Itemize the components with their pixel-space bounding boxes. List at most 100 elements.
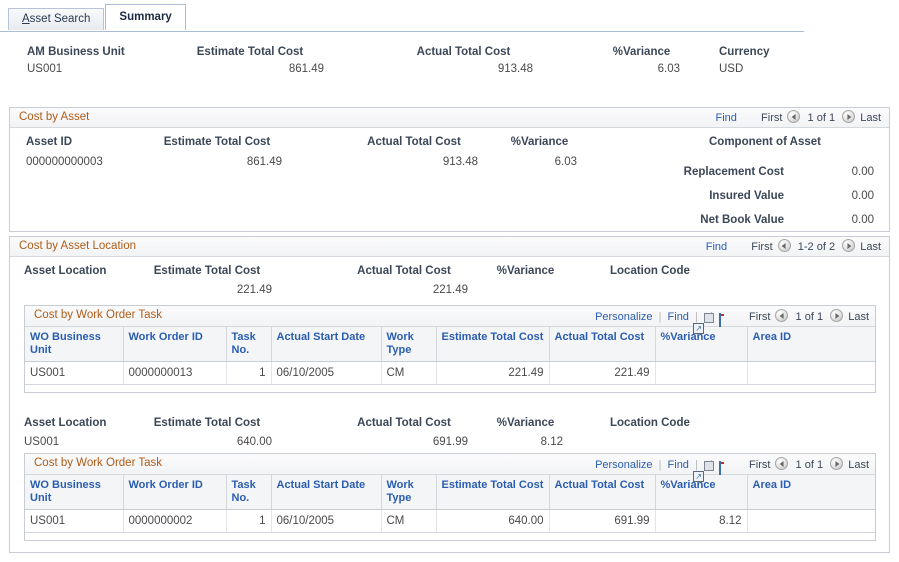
label-actual-total-cost: Actual Total Cost xyxy=(357,265,451,277)
value-variance: 6.03 xyxy=(554,156,577,168)
value-estimate-total-cost: 221.49 xyxy=(236,284,272,296)
summary-label-actual-total-cost: Actual Total Cost xyxy=(416,46,511,58)
cell-task-no: 1 xyxy=(226,509,272,533)
next-arrow-icon[interactable] xyxy=(830,457,844,470)
cell-actual-total-cost: 221.49 xyxy=(549,361,656,385)
label-component-of-asset: Component of Asset xyxy=(708,136,822,148)
cell-area-id xyxy=(747,361,875,385)
prev-arrow-icon[interactable] xyxy=(775,309,789,322)
next-arrow-icon[interactable] xyxy=(842,110,856,123)
col-actual-total-cost[interactable]: Actual Total Cost xyxy=(549,327,656,362)
col-actual-start-date[interactable]: Actual Start Date xyxy=(271,327,382,362)
personalize-link-1[interactable]: Personalize xyxy=(595,311,652,323)
cell-estimate-total-cost: 640.00 xyxy=(436,509,550,533)
row-insured-value: Insured Value 0.00 xyxy=(622,190,874,214)
prev-arrow-icon[interactable] xyxy=(775,457,789,470)
label-variance: %Variance xyxy=(496,265,555,277)
label-asset-id: Asset ID xyxy=(26,136,73,148)
cell-work-type: CM xyxy=(381,361,437,385)
find-link-2[interactable]: Find xyxy=(668,459,689,471)
cost-by-asset-location-group: Cost by Asset Location Find First 1-2 of… xyxy=(9,236,890,553)
first-link-2[interactable]: First xyxy=(749,459,770,471)
last-link-2[interactable]: Last xyxy=(848,459,869,471)
tab-strip: Asset Search Summary xyxy=(0,4,899,32)
label-variance: %Variance xyxy=(496,417,555,429)
table-row[interactable]: US001 0000000002 1 06/10/2005 CM 640.00 … xyxy=(25,509,875,533)
tab-asset-search[interactable]: Asset Search xyxy=(8,8,105,30)
label-location-code: Location Code xyxy=(610,417,690,429)
personalize-link-2[interactable]: Personalize xyxy=(595,459,652,471)
col-work-type[interactable]: Work Type xyxy=(381,475,437,510)
download-grid-icon[interactable] xyxy=(718,460,724,476)
cost-by-asset-last-link[interactable]: Last xyxy=(860,112,881,124)
last-link-1[interactable]: Last xyxy=(848,311,869,323)
value-actual-total-cost: 221.49 xyxy=(432,284,468,296)
prev-arrow-icon[interactable] xyxy=(777,239,791,252)
summary-value-actual-total-cost: 913.48 xyxy=(497,63,533,75)
next-arrow-icon[interactable] xyxy=(830,309,844,322)
col-area-id[interactable]: Area ID xyxy=(747,327,875,362)
download-grid-icon[interactable] xyxy=(718,312,724,328)
asset-location-label-row-2: Asset Location Estimate Total Cost Actua… xyxy=(10,417,889,435)
prev-arrow-icon[interactable] xyxy=(787,110,801,123)
label-actual-total-cost: Actual Total Cost xyxy=(357,417,451,429)
col-task-no[interactable]: Task No. xyxy=(226,475,272,510)
work-order-task-grid-1: Cost by Work Order Task Personalize | Fi… xyxy=(24,305,876,393)
summary-value-am-business-unit: US001 xyxy=(27,63,63,75)
label-asset-location: Asset Location xyxy=(24,417,107,429)
table-row[interactable]: US001 0000000013 1 06/10/2005 CM 221.49 … xyxy=(25,361,875,385)
cost-by-asset-first-link[interactable]: First xyxy=(761,112,782,124)
tab-baseline xyxy=(0,31,804,32)
cost-by-asset-location-nav: Find First 1-2 of 2 Last xyxy=(706,239,881,255)
cell-variance: 8.12 xyxy=(655,509,748,533)
col-wo-business-unit[interactable]: WO Business Unit xyxy=(25,327,124,362)
work-order-task-table-2: WO Business Unit Work Order ID Task No. … xyxy=(25,475,875,533)
summary-col-currency: Currency USD xyxy=(719,46,809,75)
summary-col-estimate-total-cost: Estimate Total Cost 861.49 xyxy=(176,46,324,75)
row-net-book-value: Net Book Value 0.00 xyxy=(622,214,874,238)
summary-col-actual-total-cost: Actual Total Cost 913.48 xyxy=(394,46,533,75)
col-estimate-total-cost[interactable]: Estimate Total Cost xyxy=(436,327,550,362)
col-task-no[interactable]: Task No. xyxy=(226,327,272,362)
col-area-id[interactable]: Area ID xyxy=(747,475,875,510)
cost-by-asset-find-link[interactable]: Find xyxy=(716,112,737,124)
next-arrow-icon[interactable] xyxy=(842,239,856,252)
work-order-task-header-2: Cost by Work Order Task Personalize | Fi… xyxy=(25,454,875,482)
value-estimate-total-cost: 861.49 xyxy=(246,156,282,168)
value-asset-location: US001 xyxy=(24,436,60,448)
col-wo-business-unit[interactable]: WO Business Unit xyxy=(25,475,124,510)
cost-by-asset-location-find-link[interactable]: Find xyxy=(706,241,727,253)
col-actual-total-cost[interactable]: Actual Total Cost xyxy=(549,475,656,510)
tab-summary[interactable]: Summary xyxy=(105,4,186,30)
value-actual-total-cost: 691.99 xyxy=(432,436,468,448)
label-estimate-total-cost: Estimate Total Cost xyxy=(153,417,261,429)
value-asset-id: 000000000003 xyxy=(26,156,103,168)
col-work-order-id[interactable]: Work Order ID xyxy=(123,327,227,362)
asset-location-value-row-1: 221.49 221.49 xyxy=(10,284,889,302)
summary-col-variance: %Variance 6.03 xyxy=(603,46,680,75)
cell-wo-business-unit: US001 xyxy=(25,361,124,385)
label-net-book-value: Net Book Value xyxy=(700,214,784,226)
cost-by-asset-location-last-link[interactable]: Last xyxy=(860,241,881,253)
tab-asset-search-accesskey: A xyxy=(22,13,30,25)
counter-1: 1 of 1 xyxy=(795,311,824,323)
cell-work-order-id: 0000000002 xyxy=(123,509,227,533)
cell-estimate-total-cost: 221.49 xyxy=(436,361,550,385)
col-actual-start-date[interactable]: Actual Start Date xyxy=(271,475,382,510)
cell-work-order-id: 0000000013 xyxy=(123,361,227,385)
summary-label-am-business-unit: AM Business Unit xyxy=(27,46,125,58)
cost-by-asset-group: Cost by Asset Find First 1 of 1 Last Ass… xyxy=(9,107,890,232)
label-replacement-cost: Replacement Cost xyxy=(683,166,784,178)
cost-by-asset-location-first-link[interactable]: First xyxy=(751,241,772,253)
first-link-1[interactable]: First xyxy=(749,311,770,323)
summary-label-variance: %Variance xyxy=(612,46,671,58)
summary-col-am-business-unit: AM Business Unit US001 xyxy=(27,46,157,75)
summary-label-estimate-total-cost: Estimate Total Cost xyxy=(196,46,304,58)
label-asset-location: Asset Location xyxy=(24,265,107,277)
col-work-type[interactable]: Work Type xyxy=(381,327,437,362)
col-estimate-total-cost[interactable]: Estimate Total Cost xyxy=(436,475,550,510)
find-link-1[interactable]: Find xyxy=(668,311,689,323)
col-work-order-id[interactable]: Work Order ID xyxy=(123,475,227,510)
work-order-task-table-1: WO Business Unit Work Order ID Task No. … xyxy=(25,327,875,385)
cell-wo-business-unit: US001 xyxy=(25,509,124,533)
